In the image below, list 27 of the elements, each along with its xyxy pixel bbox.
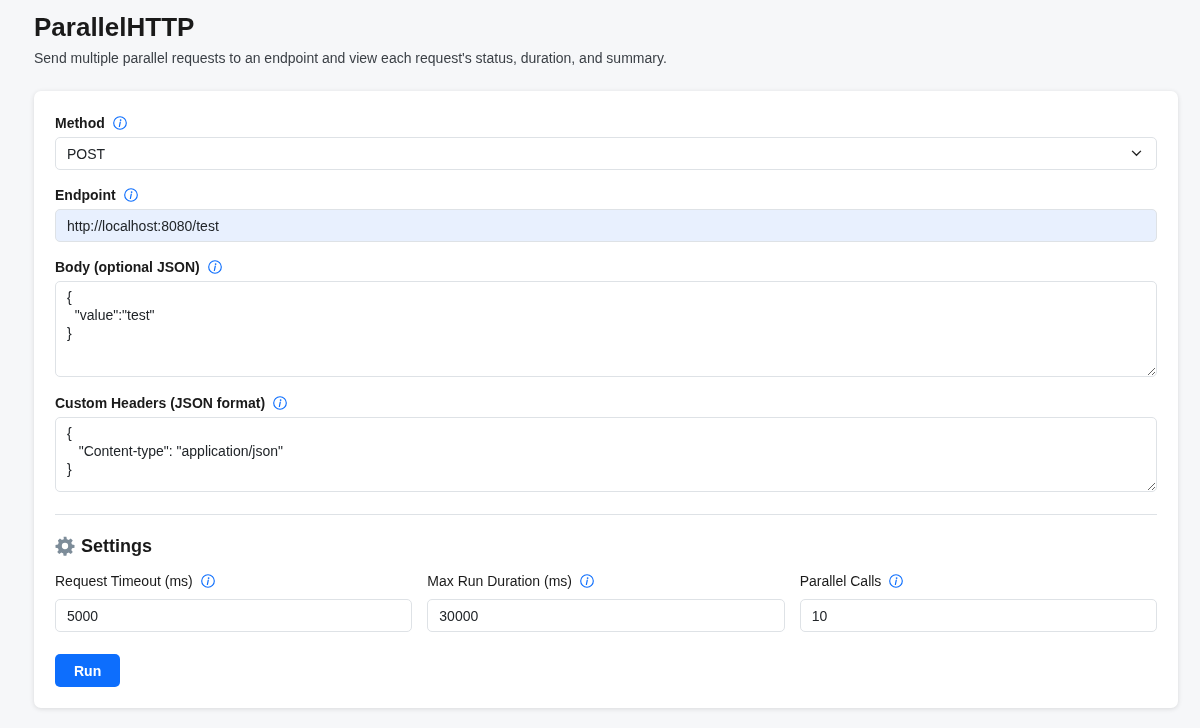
field-label: Parallel Calls bbox=[799, 573, 882, 589]
json-textarea[interactable]: { "value":"test" } bbox=[55, 281, 1157, 377]
field-label: Endpoint bbox=[55, 187, 116, 203]
number-input[interactable]: 30000 bbox=[427, 599, 785, 632]
info-icon[interactable] bbox=[273, 396, 288, 410]
settings-heading: Settings bbox=[81, 535, 152, 557]
method-select[interactable]: POST bbox=[55, 137, 1157, 170]
endpoint-input[interactable]: http://localhost:8080/test bbox=[55, 209, 1157, 242]
number-input[interactable]: 10 bbox=[799, 599, 1157, 632]
info-icon[interactable] bbox=[200, 574, 215, 588]
info-icon[interactable] bbox=[112, 116, 127, 130]
field-label: Max Run Duration (ms) bbox=[427, 573, 573, 589]
field-label: Body (optional JSON) bbox=[55, 259, 200, 275]
info-icon[interactable] bbox=[123, 188, 138, 202]
info-icon[interactable] bbox=[580, 574, 595, 588]
page-title: ParallelHTTP bbox=[34, 11, 195, 44]
field-label: Request Timeout (ms) bbox=[55, 573, 193, 589]
info-icon[interactable] bbox=[889, 574, 904, 588]
chevron-down-icon bbox=[1131, 150, 1142, 157]
field-label: Method bbox=[55, 115, 105, 131]
run-button[interactable]: Run bbox=[55, 654, 121, 687]
info-icon[interactable] bbox=[207, 260, 222, 274]
field-label: Custom Headers (JSON format) bbox=[55, 395, 266, 411]
gear-icon bbox=[55, 536, 75, 556]
page-subtitle: Send multiple parallel requests to an endpoint and view each request's status, duration, and summary. bbox=[34, 49, 667, 68]
json-textarea[interactable]: { "Content-type": "application/json" } bbox=[55, 417, 1157, 492]
number-input[interactable]: 5000 bbox=[55, 599, 413, 632]
